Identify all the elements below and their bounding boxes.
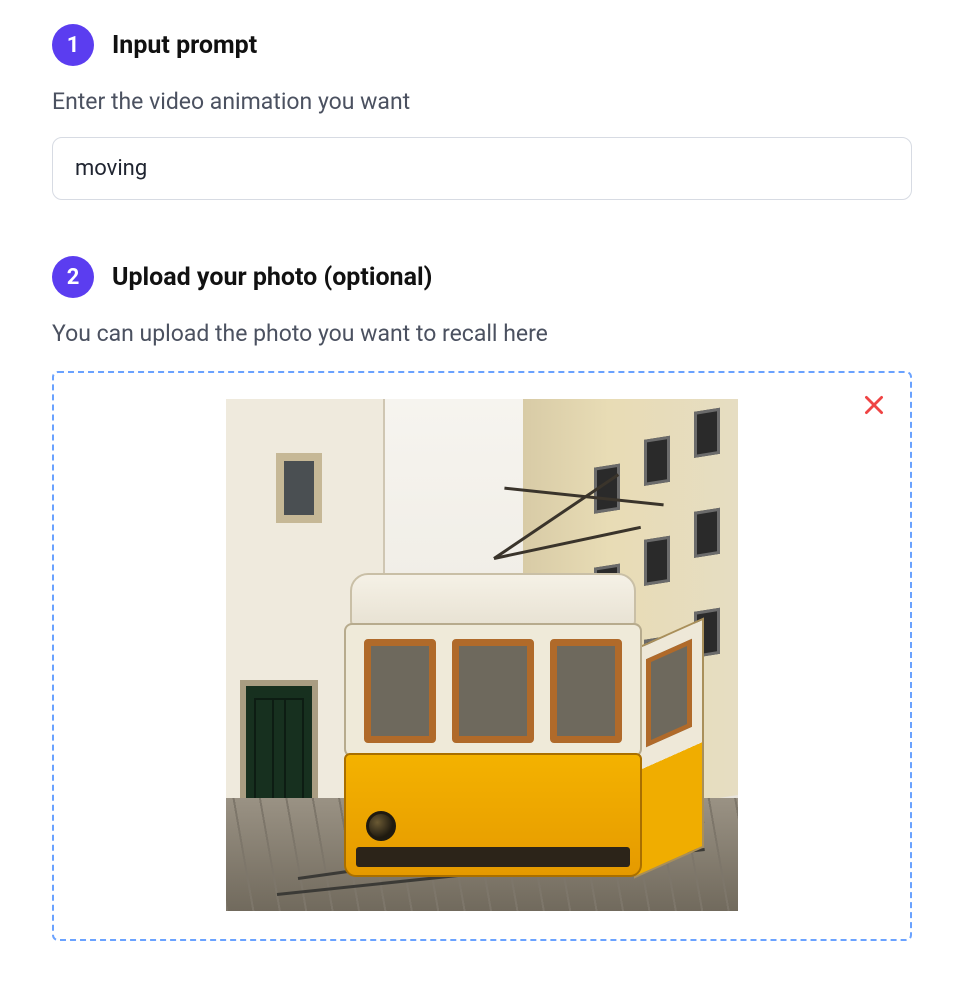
step-2-description: You can upload the photo you want to rec… [52, 320, 912, 347]
step-2-number: 2 [67, 265, 80, 290]
step-2-badge: 2 [52, 256, 94, 298]
step-1-badge: 1 [52, 24, 94, 66]
step-1-description: Enter the video animation you want [52, 88, 912, 115]
remove-photo-button[interactable] [856, 387, 892, 423]
step-2-title: Upload your photo (optional) [112, 263, 432, 292]
prompt-input[interactable] [52, 137, 912, 200]
upload-dropzone[interactable] [52, 371, 912, 941]
uploaded-photo-preview [226, 399, 738, 911]
close-icon [861, 392, 887, 418]
step-1-number: 1 [67, 33, 80, 58]
step-2-header: 2 Upload your photo (optional) [52, 256, 912, 298]
step-1-title: Input prompt [112, 31, 257, 60]
step-1-header: 1 Input prompt [52, 24, 912, 66]
